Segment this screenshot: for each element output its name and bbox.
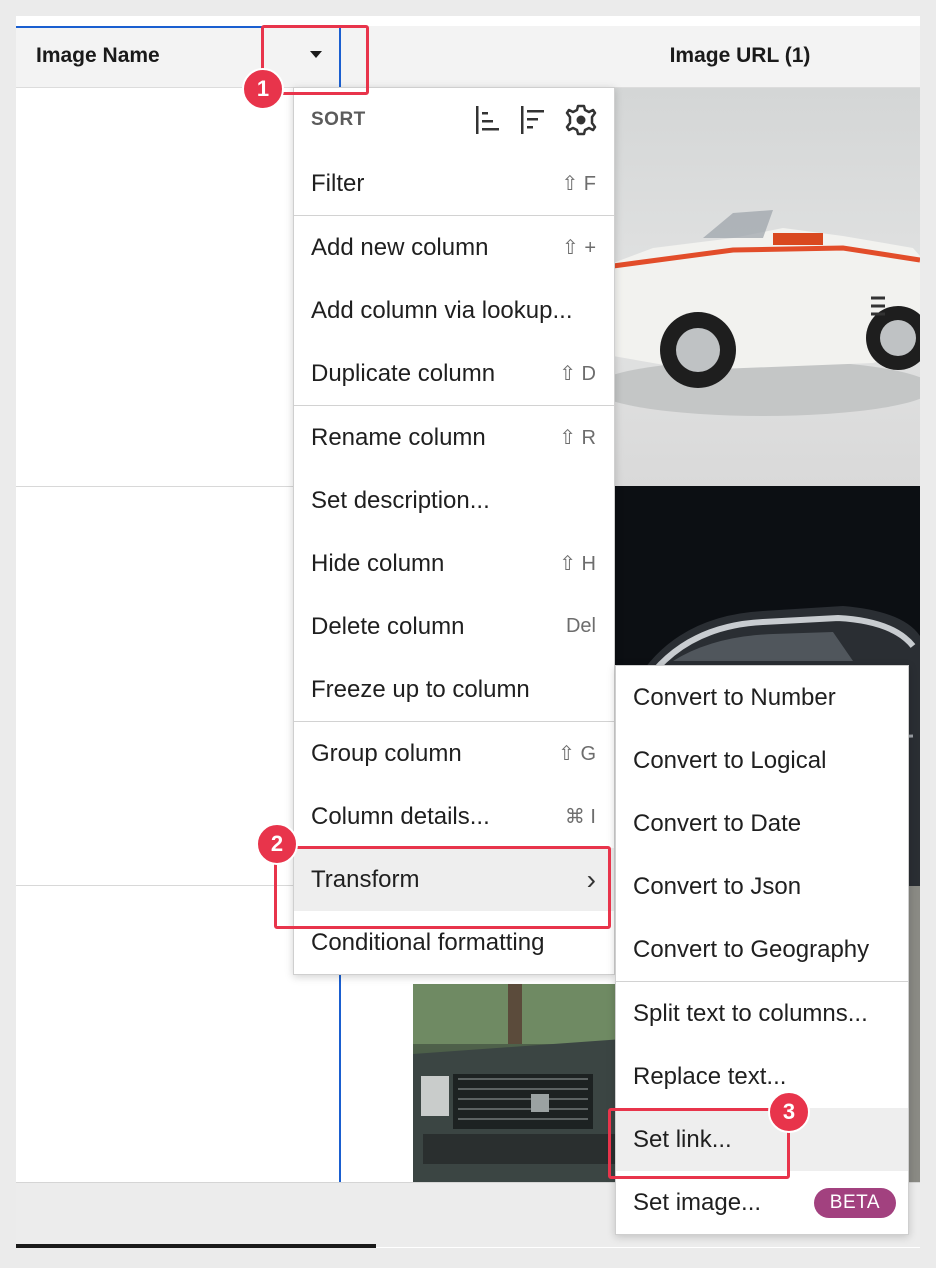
menu-item-add-column-via-lookup[interactable]: Add column via lookup... — [294, 279, 614, 342]
sort-descending-icon[interactable] — [519, 104, 547, 136]
column-context-menu: SORT Filter ⇧ F Add new column ⇧ + Add c… — [293, 87, 615, 975]
submenu-item-convert-to-json[interactable]: Convert to Json — [616, 855, 908, 918]
submenu-item-replace-text[interactable]: Replace text... — [616, 1045, 908, 1108]
menu-item-set-description[interactable]: Set description... — [294, 469, 614, 532]
menu-item-add-new-column[interactable]: Add new column ⇧ + — [294, 216, 614, 279]
menu-item-duplicate-column[interactable]: Duplicate column ⇧ D — [294, 342, 614, 405]
menu-item-rename-column[interactable]: Rename column ⇧ R — [294, 406, 614, 469]
menu-item-freeze-up-to-column[interactable]: Freeze up to column — [294, 658, 614, 721]
menu-item-filter[interactable]: Filter ⇧ F — [294, 152, 614, 215]
sort-ascending-icon[interactable] — [474, 104, 502, 136]
callout-badge-1: 1 — [242, 68, 284, 110]
sort-row: SORT — [294, 88, 614, 152]
section-divider — [16, 1244, 376, 1248]
submenu-item-split-text-to-columns[interactable]: Split text to columns... — [616, 982, 908, 1045]
submenu-item-set-image[interactable]: Set image... BETA — [616, 1171, 908, 1234]
beta-badge: BETA — [813, 1187, 896, 1218]
submenu-item-convert-to-geography[interactable]: Convert to Geography — [616, 918, 908, 981]
menu-item-delete-column[interactable]: Delete column Del — [294, 595, 614, 658]
car-image-white-convertible — [613, 88, 920, 486]
table-header-row: Image Name Image URL (1) — [16, 26, 920, 88]
callout-badge-2: 2 — [256, 823, 298, 865]
callout-badge-3: 3 — [768, 1091, 810, 1133]
car-image-partial — [909, 886, 920, 1182]
submenu-item-convert-to-date[interactable]: Convert to Date — [616, 792, 908, 855]
callout-box-set-link — [608, 1108, 790, 1179]
menu-item-hide-column[interactable]: Hide column ⇧ H — [294, 532, 614, 595]
submenu-item-convert-to-number[interactable]: Convert to Number — [616, 666, 908, 729]
menu-item-group-column[interactable]: Group column ⇧ G — [294, 722, 614, 785]
sort-label: SORT — [311, 109, 366, 130]
menu-item-column-details[interactable]: Column details... ⌘ I — [294, 785, 614, 848]
submenu-item-convert-to-logical[interactable]: Convert to Logical — [616, 729, 908, 792]
column-header-image-url[interactable]: Image URL (1) — [636, 44, 844, 68]
callout-box-transform — [274, 846, 611, 929]
column-header-image-name[interactable]: Image Name — [36, 44, 160, 68]
table-top-edge — [16, 16, 920, 24]
car-image-volvo — [413, 984, 623, 1182]
sort-settings-gear-icon[interactable] — [564, 103, 598, 137]
